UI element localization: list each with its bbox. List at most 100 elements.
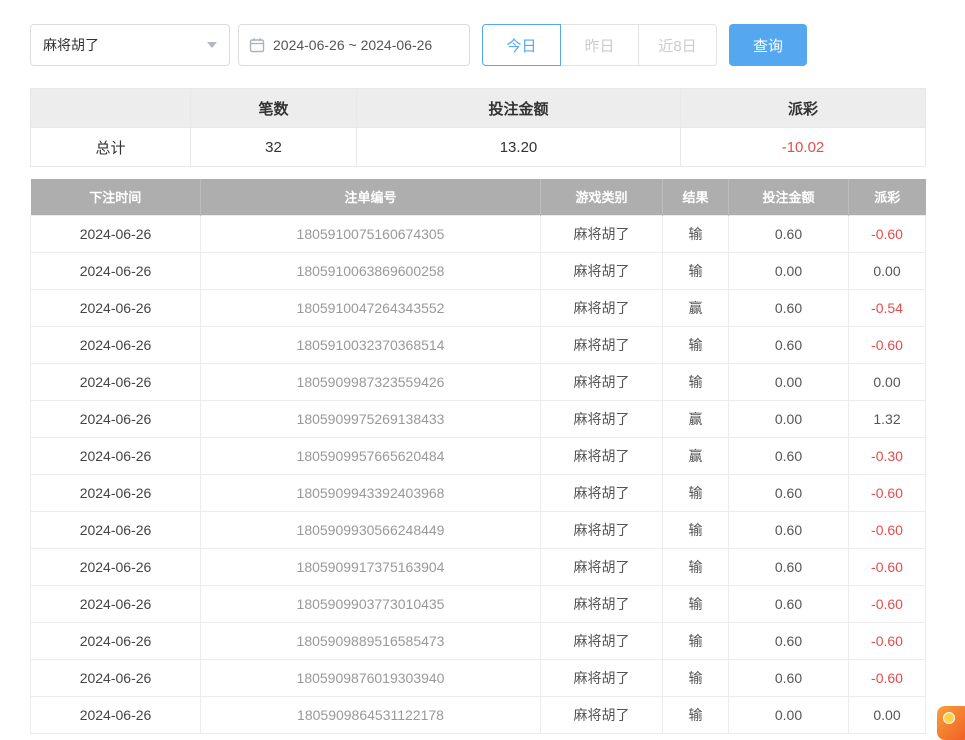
header-bet-number: 注单编号 bbox=[201, 179, 541, 215]
cell-bet-amount: 0.60 bbox=[729, 437, 849, 474]
cell-bet-number: 1805909876019303940 bbox=[201, 659, 541, 696]
cell-bet-amount: 0.60 bbox=[729, 215, 849, 252]
table-row: 2024-06-26 1805909903773010435 麻将胡了 输 0.… bbox=[31, 585, 926, 622]
calendar-icon bbox=[249, 37, 265, 53]
cell-game-type: 麻将胡了 bbox=[541, 511, 663, 548]
cell-bet-number: 1805909987323559426 bbox=[201, 363, 541, 400]
table-row: 2024-06-26 1805909975269138433 麻将胡了 赢 0.… bbox=[31, 400, 926, 437]
filters-bar: 麻将胡了 2024-06-26 ~ 2024-06-26 今日 昨日 近8日 查… bbox=[30, 24, 925, 66]
bet-table-body: 2024-06-26 1805910075160674305 麻将胡了 输 0.… bbox=[31, 215, 926, 733]
cell-bet-time: 2024-06-26 bbox=[31, 511, 201, 548]
bet-records-table: 下注时间 注单编号 游戏类别 结果 投注金额 派彩 2024-06-26 180… bbox=[30, 179, 926, 734]
cell-bet-number: 1805909957665620484 bbox=[201, 437, 541, 474]
cell-bet-number: 1805909889516585473 bbox=[201, 622, 541, 659]
summary-total-row: 总计 32 13.20 -10.02 bbox=[31, 128, 926, 167]
cell-bet-amount: 0.60 bbox=[729, 474, 849, 511]
today-button[interactable]: 今日 bbox=[482, 24, 561, 66]
floating-service-icon bbox=[943, 712, 955, 724]
cell-bet-amount: 0.60 bbox=[729, 622, 849, 659]
cell-payout: -0.60 bbox=[849, 215, 926, 252]
cell-bet-number: 1805910075160674305 bbox=[201, 215, 541, 252]
cell-bet-time: 2024-06-26 bbox=[31, 474, 201, 511]
cell-bet-amount: 0.00 bbox=[729, 363, 849, 400]
cell-bet-time: 2024-06-26 bbox=[31, 622, 201, 659]
cell-result: 输 bbox=[663, 215, 729, 252]
last-8-days-button[interactable]: 近8日 bbox=[638, 24, 717, 66]
header-game-type: 游戏类别 bbox=[541, 179, 663, 215]
cell-payout: -0.30 bbox=[849, 437, 926, 474]
cell-result: 输 bbox=[663, 585, 729, 622]
cell-bet-amount: 0.60 bbox=[729, 659, 849, 696]
cell-bet-number: 1805909903773010435 bbox=[201, 585, 541, 622]
summary-total-label: 总计 bbox=[31, 128, 191, 167]
cell-bet-time: 2024-06-26 bbox=[31, 326, 201, 363]
table-row: 2024-06-26 1805910047264343552 麻将胡了 赢 0.… bbox=[31, 289, 926, 326]
cell-payout: -0.60 bbox=[849, 326, 926, 363]
cell-game-type: 麻将胡了 bbox=[541, 659, 663, 696]
date-range-value: 2024-06-26 ~ 2024-06-26 bbox=[273, 37, 432, 53]
cell-bet-amount: 0.00 bbox=[729, 696, 849, 733]
cell-bet-number: 1805909930566248449 bbox=[201, 511, 541, 548]
cell-bet-amount: 0.00 bbox=[729, 400, 849, 437]
cell-payout: 0.00 bbox=[849, 363, 926, 400]
header-bet-time: 下注时间 bbox=[31, 179, 201, 215]
game-select[interactable]: 麻将胡了 bbox=[30, 24, 230, 66]
search-button[interactable]: 查询 bbox=[729, 24, 807, 66]
header-payout: 派彩 bbox=[849, 179, 926, 215]
header-result: 结果 bbox=[663, 179, 729, 215]
cell-bet-number: 1805909917375163904 bbox=[201, 548, 541, 585]
summary-total-payout: -10.02 bbox=[681, 128, 926, 167]
cell-bet-time: 2024-06-26 bbox=[31, 585, 201, 622]
table-row: 2024-06-26 1805909943392403968 麻将胡了 输 0.… bbox=[31, 474, 926, 511]
cell-result: 输 bbox=[663, 326, 729, 363]
cell-bet-amount: 0.60 bbox=[729, 289, 849, 326]
cell-bet-amount: 0.60 bbox=[729, 326, 849, 363]
cell-bet-time: 2024-06-26 bbox=[31, 548, 201, 585]
cell-result: 输 bbox=[663, 511, 729, 548]
cell-game-type: 麻将胡了 bbox=[541, 548, 663, 585]
cell-game-type: 麻将胡了 bbox=[541, 474, 663, 511]
table-row: 2024-06-26 1805910075160674305 麻将胡了 输 0.… bbox=[31, 215, 926, 252]
cell-bet-time: 2024-06-26 bbox=[31, 215, 201, 252]
cell-game-type: 麻将胡了 bbox=[541, 289, 663, 326]
table-row: 2024-06-26 1805910063869600258 麻将胡了 输 0.… bbox=[31, 252, 926, 289]
cell-payout: -0.60 bbox=[849, 511, 926, 548]
yesterday-button[interactable]: 昨日 bbox=[560, 24, 639, 66]
date-range-input[interactable]: 2024-06-26 ~ 2024-06-26 bbox=[238, 24, 470, 66]
quick-range-group: 今日 昨日 近8日 bbox=[482, 24, 717, 66]
cell-payout: -0.60 bbox=[849, 474, 926, 511]
cell-bet-amount: 0.60 bbox=[729, 585, 849, 622]
table-row: 2024-06-26 1805909889516585473 麻将胡了 输 0.… bbox=[31, 622, 926, 659]
cell-game-type: 麻将胡了 bbox=[541, 696, 663, 733]
floating-service-button[interactable] bbox=[937, 706, 965, 740]
cell-bet-amount: 0.60 bbox=[729, 511, 849, 548]
summary-header-blank bbox=[31, 89, 191, 128]
summary-header-row: 笔数 投注金额 派彩 bbox=[31, 89, 926, 128]
cell-result: 赢 bbox=[663, 437, 729, 474]
cell-bet-amount: 0.60 bbox=[729, 548, 849, 585]
cell-game-type: 麻将胡了 bbox=[541, 400, 663, 437]
summary-header-count: 笔数 bbox=[191, 89, 357, 128]
cell-bet-time: 2024-06-26 bbox=[31, 252, 201, 289]
cell-game-type: 麻将胡了 bbox=[541, 252, 663, 289]
summary-total-count: 32 bbox=[191, 128, 357, 167]
cell-payout: 0.00 bbox=[849, 696, 926, 733]
cell-result: 输 bbox=[663, 548, 729, 585]
cell-payout: -0.60 bbox=[849, 659, 926, 696]
bet-table-header-row: 下注时间 注单编号 游戏类别 结果 投注金额 派彩 bbox=[31, 179, 926, 215]
cell-result: 输 bbox=[663, 252, 729, 289]
cell-bet-number: 1805909943392403968 bbox=[201, 474, 541, 511]
cell-bet-number: 1805909975269138433 bbox=[201, 400, 541, 437]
cell-bet-number: 1805910047264343552 bbox=[201, 289, 541, 326]
cell-payout: -0.60 bbox=[849, 548, 926, 585]
cell-payout: 0.00 bbox=[849, 252, 926, 289]
cell-game-type: 麻将胡了 bbox=[541, 326, 663, 363]
cell-result: 赢 bbox=[663, 400, 729, 437]
cell-bet-time: 2024-06-26 bbox=[31, 400, 201, 437]
table-row: 2024-06-26 1805909987323559426 麻将胡了 输 0.… bbox=[31, 363, 926, 400]
cell-result: 输 bbox=[663, 659, 729, 696]
cell-payout: -0.60 bbox=[849, 585, 926, 622]
game-select-value: 麻将胡了 bbox=[43, 35, 99, 55]
cell-payout: -0.60 bbox=[849, 622, 926, 659]
cell-result: 输 bbox=[663, 696, 729, 733]
